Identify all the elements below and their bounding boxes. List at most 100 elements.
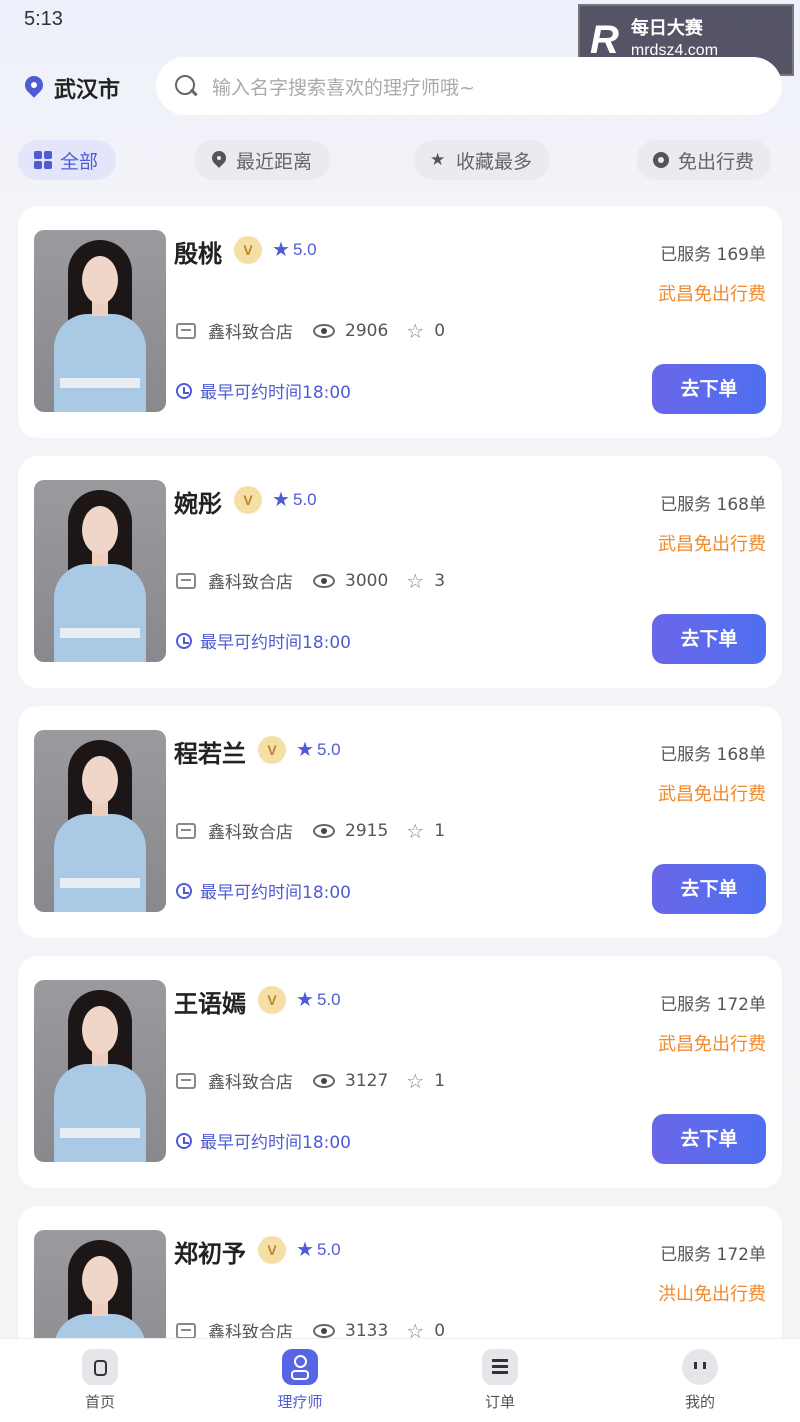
- coin-icon: [652, 151, 670, 169]
- filter-label: 最近距离: [236, 150, 313, 173]
- favorite-count: 0: [434, 320, 446, 341]
- therapist-icon: [282, 1349, 318, 1385]
- star-icon: ★: [272, 489, 290, 511]
- star-icon: ★: [296, 1239, 314, 1261]
- star-icon: ★: [430, 150, 446, 170]
- rating: ★ 5.0: [272, 239, 317, 261]
- order-button[interactable]: 去下单: [652, 1114, 766, 1164]
- eye-icon: [313, 823, 335, 838]
- shop-icon: [176, 822, 196, 839]
- served-count: 已服务 168单: [660, 745, 766, 765]
- favorite-star-icon: ☆: [406, 1068, 425, 1093]
- clock-icon: [176, 632, 192, 649]
- therapist-meta: 鑫科致合店 2906 ☆ 0: [176, 318, 445, 343]
- watermark-logo: R: [590, 17, 619, 62]
- vip-badge-icon: V: [258, 986, 286, 1014]
- earliest-time: 最早可约时间18:00: [176, 878, 351, 903]
- clock-icon: [176, 1132, 192, 1149]
- order-button[interactable]: 去下单: [652, 864, 766, 914]
- therapist-name: 殷桃: [174, 240, 222, 268]
- shop-icon: [176, 322, 196, 339]
- travel-fee-note: 洪山免出行费: [658, 1284, 766, 1305]
- order-button[interactable]: 去下单: [652, 364, 766, 414]
- therapist-name: 郑初予: [174, 1240, 246, 1268]
- favorite-star-icon: ☆: [406, 318, 425, 343]
- therapist-photo: [34, 730, 166, 912]
- travel-fee-note: 武昌免出行费: [658, 284, 766, 305]
- vip-badge-icon: V: [258, 736, 286, 764]
- therapist-photo: [34, 230, 166, 412]
- shop-name: 鑫科致合店: [208, 323, 293, 343]
- tab-therapists[interactable]: 理疗师: [200, 1339, 400, 1422]
- rating: ★ 5.0: [272, 489, 317, 511]
- location-pin-icon: [24, 76, 44, 100]
- therapist-card[interactable]: 程若兰 V ★ 5.0 已服务 168单 武昌免出行费 鑫科致合店 2915 ☆ …: [18, 706, 782, 938]
- therapist-card[interactable]: 殷桃 V ★ 5.0 已服务 169单 武昌免出行费 鑫科致合店 2906 ☆ 0…: [18, 206, 782, 438]
- favorite-count: 3: [434, 570, 446, 591]
- tab-label: 订单: [484, 1393, 515, 1411]
- search-input[interactable]: 输入名字搜索喜欢的理疗师哦~: [212, 73, 475, 100]
- tab-mine[interactable]: 我的: [600, 1339, 800, 1422]
- served-count: 已服务 172单: [660, 1245, 766, 1265]
- star-icon: ★: [296, 989, 314, 1011]
- tab-orders[interactable]: 订单: [400, 1339, 600, 1422]
- favorite-star-icon: ☆: [406, 1318, 425, 1343]
- star-icon: ★: [272, 239, 290, 261]
- home-icon: [82, 1349, 118, 1385]
- order-button[interactable]: 去下单: [652, 614, 766, 664]
- therapist-card[interactable]: 婉彤 V ★ 5.0 已服务 168单 武昌免出行费 鑫科致合店 3000 ☆ 3…: [18, 456, 782, 688]
- star-icon: ★: [296, 739, 314, 761]
- search-bar[interactable]: 输入名字搜索喜欢的理疗师哦~: [156, 57, 782, 115]
- therapist-name: 王语嫣: [174, 990, 246, 1018]
- therapist-meta: 鑫科致合店 3127 ☆ 1: [176, 1068, 445, 1093]
- served-count: 已服务 168单: [660, 495, 766, 515]
- shop-icon: [176, 1072, 196, 1089]
- therapist-name: 婉彤: [174, 490, 222, 518]
- favorite-count: 1: [434, 1070, 446, 1091]
- served-count: 已服务 172单: [660, 995, 766, 1015]
- earliest-time: 最早可约时间18:00: [176, 1128, 351, 1153]
- filter-nearest[interactable]: 最近距离: [194, 140, 331, 180]
- tab-label: 我的: [684, 1393, 715, 1411]
- travel-fee-note: 武昌免出行费: [658, 784, 766, 805]
- view-count: 3000: [345, 570, 389, 591]
- rating: ★ 5.0: [296, 989, 341, 1011]
- search-icon: [174, 74, 198, 98]
- city-selector[interactable]: 武汉市: [24, 72, 120, 104]
- vip-badge-icon: V: [258, 1236, 286, 1264]
- eye-icon: [313, 1073, 335, 1088]
- travel-fee-note: 武昌免出行费: [658, 1034, 766, 1055]
- therapist-card[interactable]: 王语嫣 V ★ 5.0 已服务 172单 武昌免出行费 鑫科致合店 3127 ☆ …: [18, 956, 782, 1188]
- order-list-icon: [482, 1349, 518, 1385]
- clock-icon: [176, 382, 192, 399]
- filter-label: 收藏最多: [456, 150, 533, 173]
- tab-label: 首页: [84, 1393, 115, 1411]
- therapist-photo: [34, 980, 166, 1162]
- location-icon: [210, 151, 228, 169]
- view-count: 2906: [345, 320, 389, 341]
- filter-label: 全部: [60, 150, 99, 173]
- vip-badge-icon: V: [234, 486, 262, 514]
- filter-free-travel[interactable]: 免出行费: [636, 140, 773, 180]
- rating: ★ 5.0: [296, 1239, 341, 1261]
- filter-most-favorited[interactable]: ★ 收藏最多: [414, 140, 551, 180]
- watermark-title: 每日大赛: [630, 18, 703, 39]
- view-count: 2915: [345, 820, 389, 841]
- earliest-time: 最早可约时间18:00: [176, 628, 351, 653]
- city-name: 武汉市: [54, 78, 121, 103]
- eye-icon: [313, 323, 335, 338]
- eye-icon: [313, 573, 335, 588]
- tab-label: 理疗师: [277, 1393, 323, 1411]
- shop-name: 鑫科致合店: [208, 1073, 293, 1093]
- shop-name: 鑫科致合店: [208, 823, 293, 843]
- therapist-photo: [34, 480, 166, 662]
- travel-fee-note: 武昌免出行费: [658, 534, 766, 555]
- clock-icon: [176, 882, 192, 899]
- eye-icon: [313, 1323, 335, 1338]
- therapist-meta: 鑫科致合店 3000 ☆ 3: [176, 568, 445, 593]
- shop-icon: [176, 1322, 196, 1339]
- filter-label: 免出行费: [678, 150, 755, 173]
- grid-icon: [34, 151, 52, 169]
- filter-all[interactable]: 全部: [18, 140, 117, 180]
- tab-home[interactable]: 首页: [0, 1339, 200, 1422]
